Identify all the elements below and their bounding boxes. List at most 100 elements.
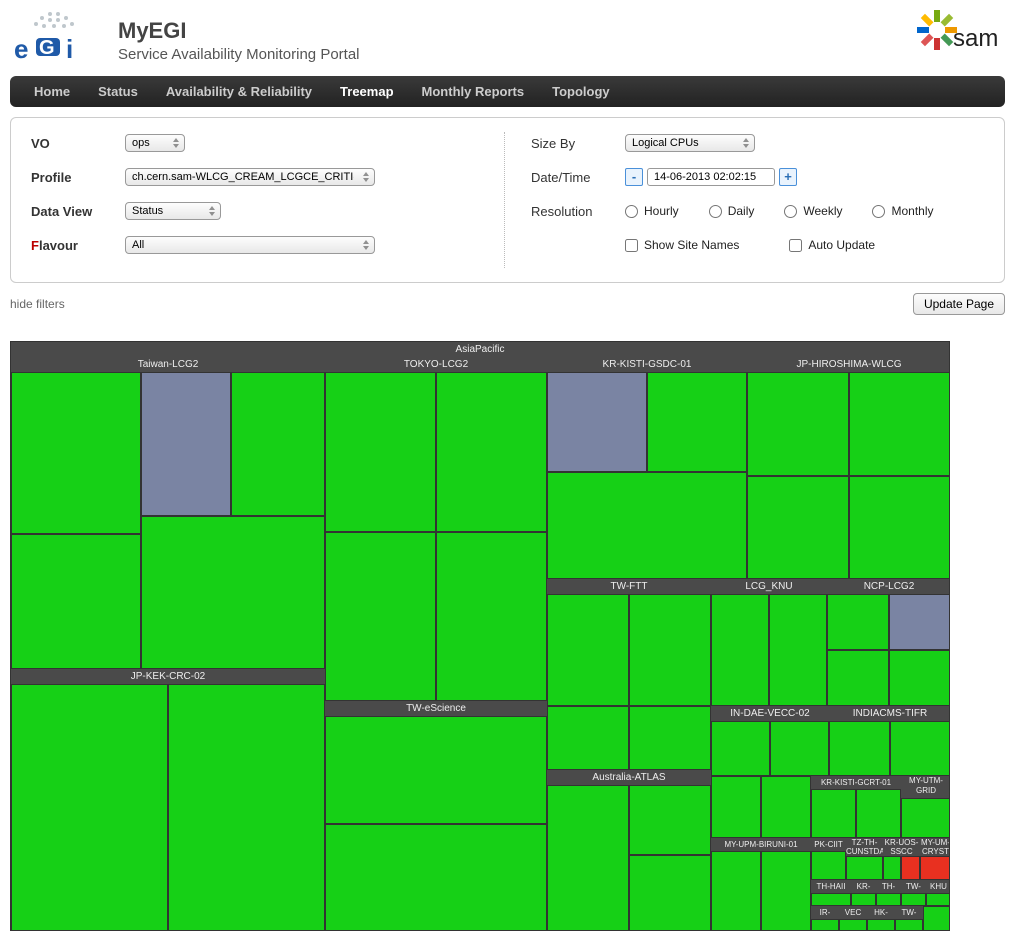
- treemap-cell[interactable]: [629, 785, 711, 855]
- treemap-cell[interactable]: [827, 650, 889, 706]
- treemap-cell[interactable]: [923, 906, 950, 931]
- site-label: JP-KEK-CRC-02: [11, 669, 325, 684]
- treemap-cell[interactable]: [849, 372, 950, 476]
- treemap-cell[interactable]: [547, 372, 647, 472]
- resolution-daily-radio[interactable]: [709, 205, 722, 218]
- treemap-cell[interactable]: [761, 851, 811, 931]
- nav-topology[interactable]: Topology: [538, 76, 624, 107]
- site-label: KR-KISTI-GSDC-01: [547, 357, 747, 372]
- treemap-cell[interactable]: [711, 776, 761, 838]
- datetime-plus-button[interactable]: +: [779, 168, 797, 186]
- treemap-cell[interactable]: [325, 824, 547, 931]
- treemap-cell[interactable]: [876, 893, 901, 906]
- treemap[interactable]: AsiaPacific Taiwan-LCG2 JP-KEK-CRC-02 TO…: [10, 341, 950, 931]
- nav-home[interactable]: Home: [20, 76, 84, 107]
- treemap-cell[interactable]: [547, 706, 629, 770]
- svg-text:G: G: [39, 37, 55, 59]
- nav-status[interactable]: Status: [84, 76, 152, 107]
- treemap-cell[interactable]: [547, 785, 629, 931]
- treemap-cell[interactable]: [827, 594, 889, 650]
- treemap-cell[interactable]: [325, 532, 436, 701]
- treemap-cell[interactable]: [811, 893, 851, 906]
- flavour-select[interactable]: All: [125, 236, 375, 254]
- treemap-cell[interactable]: [901, 893, 926, 906]
- treemap-cell[interactable]: [141, 516, 325, 669]
- treemap-cell[interactable]: [647, 372, 747, 472]
- datetime-input[interactable]: [647, 168, 775, 186]
- treemap-cell[interactable]: [11, 684, 168, 931]
- treemap-cell[interactable]: [895, 919, 923, 931]
- treemap-cell[interactable]: [851, 893, 876, 906]
- nav-availability[interactable]: Availability & Reliability: [152, 76, 326, 107]
- treemap-cell[interactable]: [926, 893, 950, 906]
- treemap-cell[interactable]: [325, 372, 436, 532]
- resolution-monthly-label: Monthly: [891, 204, 933, 218]
- site-label: MY-UPM-BIRUNI-01: [711, 838, 811, 851]
- treemap-cell[interactable]: [769, 594, 827, 706]
- treemap-cell[interactable]: [747, 476, 849, 579]
- resolution-hourly-radio[interactable]: [625, 205, 638, 218]
- treemap-cell[interactable]: [839, 919, 867, 931]
- treemap-cell[interactable]: [883, 856, 901, 880]
- resolution-monthly-radio[interactable]: [872, 205, 885, 218]
- treemap-cell[interactable]: [711, 851, 761, 931]
- dataview-select[interactable]: Status: [125, 202, 221, 220]
- treemap-cell[interactable]: [867, 919, 895, 931]
- treemap-cell[interactable]: [890, 721, 950, 776]
- treemap-cell[interactable]: [856, 789, 901, 838]
- treemap-cell[interactable]: [629, 706, 711, 770]
- treemap-cell[interactable]: [811, 851, 846, 880]
- vo-select[interactable]: ops: [125, 134, 185, 152]
- svg-text:i: i: [66, 34, 73, 64]
- resolution-weekly-radio[interactable]: [784, 205, 797, 218]
- update-page-button[interactable]: Update Page: [913, 293, 1005, 315]
- treemap-cell[interactable]: [231, 372, 325, 516]
- svg-text:sam: sam: [953, 25, 998, 52]
- treemap-cell[interactable]: [901, 856, 920, 880]
- treemap-cell[interactable]: [629, 594, 711, 706]
- treemap-cell[interactable]: [168, 684, 325, 931]
- treemap-cell[interactable]: [829, 721, 890, 776]
- treemap-cell[interactable]: [547, 594, 629, 706]
- show-site-names-label: Show Site Names: [644, 238, 739, 252]
- site-label: TW-eScience: [325, 701, 547, 716]
- treemap-cell[interactable]: [11, 372, 141, 534]
- site-label: Taiwan-LCG2: [11, 357, 325, 372]
- treemap-cell[interactable]: [811, 919, 839, 931]
- profile-label: Profile: [31, 170, 125, 185]
- sizeby-select[interactable]: Logical CPUs: [625, 134, 755, 152]
- treemap-cell[interactable]: [849, 476, 950, 579]
- treemap-cell[interactable]: [889, 594, 950, 650]
- treemap-cell[interactable]: [629, 855, 711, 931]
- show-site-names-checkbox[interactable]: [625, 239, 638, 252]
- auto-update-checkbox[interactable]: [789, 239, 802, 252]
- hide-filters-link[interactable]: hide filters: [10, 297, 65, 311]
- treemap-cell[interactable]: [747, 372, 849, 476]
- treemap-cell[interactable]: [436, 372, 547, 532]
- treemap-cell[interactable]: [325, 716, 547, 824]
- treemap-cell[interactable]: [711, 721, 770, 776]
- treemap-cell[interactable]: [547, 472, 747, 579]
- treemap-cell[interactable]: [846, 856, 883, 880]
- treemap-cell[interactable]: [901, 798, 950, 838]
- site-label: JP-HIROSHIMA-WLCG: [747, 357, 950, 372]
- treemap-cell[interactable]: [920, 856, 950, 880]
- profile-select[interactable]: ch.cern.sam-WLCG_CREAM_LCGCE_CRITI(: [125, 168, 375, 186]
- site-label: TZ-TH-CUNSTDA: [846, 838, 883, 856]
- treemap-cell[interactable]: [889, 650, 950, 706]
- resolution-weekly-label: Weekly: [803, 204, 842, 218]
- treemap-cell[interactable]: [436, 532, 547, 701]
- treemap-cell[interactable]: [761, 776, 811, 838]
- datetime-minus-button[interactable]: -: [625, 168, 643, 186]
- filter-panel: VO ops Profile ch.cern.sam-WLCG_CREAM_LC…: [10, 117, 1005, 283]
- site-label: PK-CIIT: [811, 838, 846, 851]
- nav-treemap[interactable]: Treemap: [326, 76, 407, 107]
- treemap-cell[interactable]: [711, 594, 769, 706]
- treemap-cell[interactable]: [811, 789, 856, 838]
- treemap-cell[interactable]: [770, 721, 829, 776]
- treemap-cell[interactable]: [11, 534, 141, 669]
- flavour-label: Flavour: [31, 238, 125, 253]
- nav-monthly[interactable]: Monthly Reports: [408, 76, 539, 107]
- treemap-cell[interactable]: [141, 372, 231, 516]
- auto-update-label: Auto Update: [808, 238, 875, 252]
